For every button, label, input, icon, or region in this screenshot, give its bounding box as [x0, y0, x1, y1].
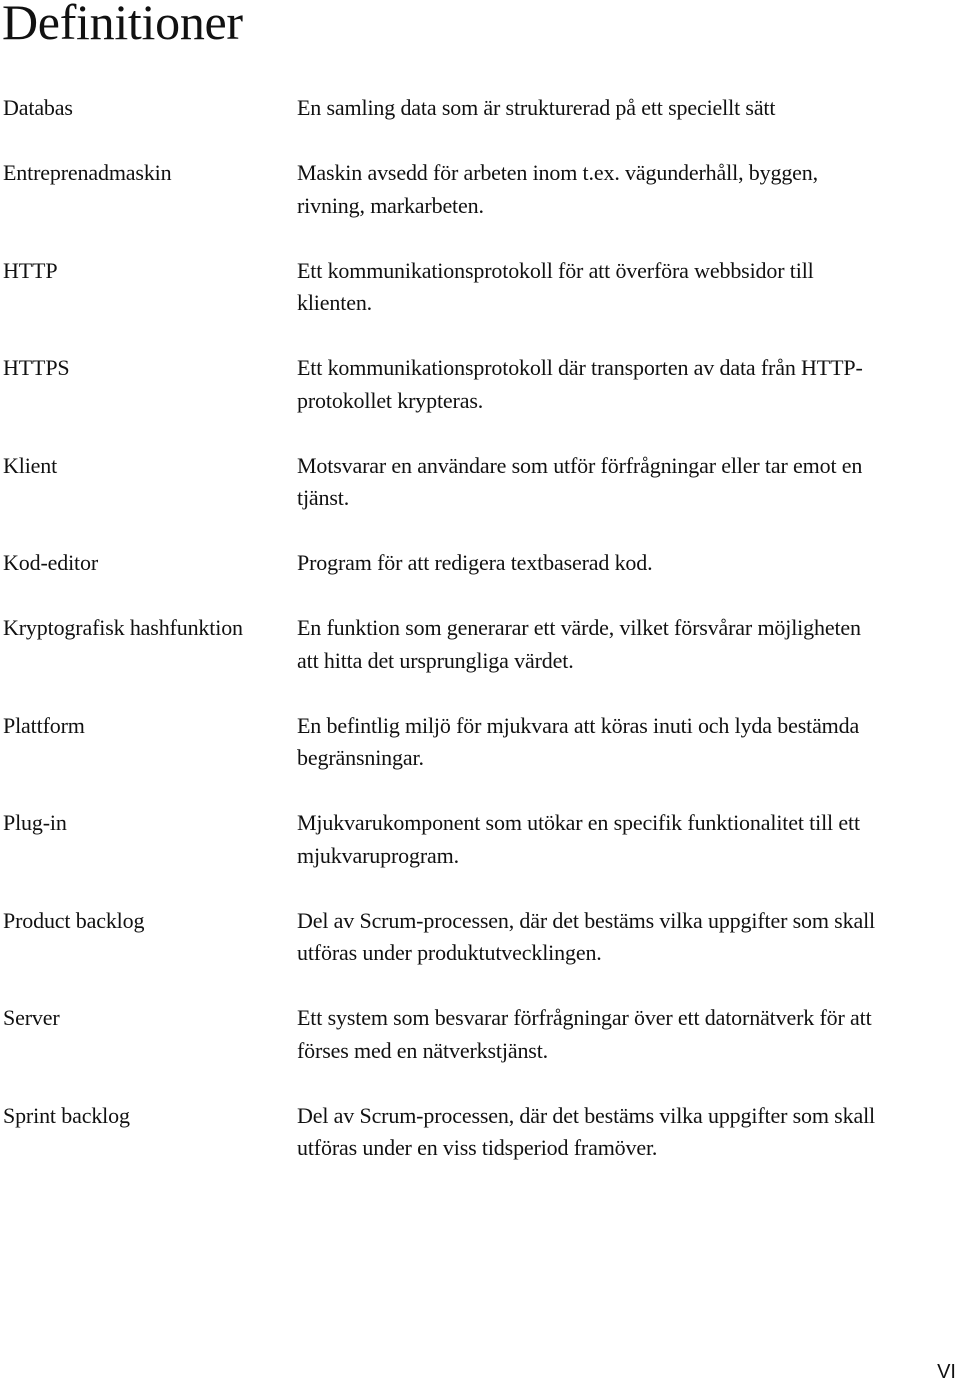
- definition-description: Mjukvarukomponent som utökar en specifik…: [297, 807, 957, 872]
- description-line: Del av Scrum-processen, där det bestäms …: [297, 1102, 875, 1128]
- definition-row: HTTP Ett kommunikationsprotokoll för att…: [0, 255, 960, 320]
- definition-description: Motsvarar en användare som utför förfråg…: [297, 450, 957, 515]
- definition-term: Server: [3, 1005, 60, 1030]
- definition-row: Server Ett system som besvarar förfrågni…: [0, 1002, 960, 1067]
- description-line: att hitta det ursprungliga värdet.: [297, 647, 574, 673]
- definition-description: Program för att redigera textbaserad kod…: [297, 547, 957, 580]
- description-line: En funktion som generarar ett värde, vil…: [297, 615, 861, 640]
- definition-term: Kod-editor: [3, 550, 99, 575]
- description-line: Motsvarar en användare som utför förfråg…: [297, 452, 863, 478]
- definition-term: HTTP: [3, 257, 58, 283]
- definition-row: Kryptografisk hashfunktion En funktion s…: [0, 612, 960, 677]
- description-line: protokollet krypteras.: [297, 387, 484, 413]
- page-number: VI: [937, 1361, 956, 1383]
- definition-row: Plug-in Mjukvarukomponent som utökar en …: [0, 807, 960, 872]
- description-line: begränsningar.: [297, 745, 424, 770]
- description-line: utföras under produktutvecklingen.: [297, 940, 602, 965]
- description-line: Mjukvarukomponent som utökar en specifik…: [297, 810, 860, 835]
- description-line: Ett kommunikationsprotokoll där transpor…: [297, 355, 863, 380]
- definitions-list: Databas En samling data som är strukture…: [0, 92, 960, 1197]
- definition-row: Klient Motsvarar en användare som utför …: [0, 450, 960, 515]
- description-line: Ett system som besvarar förfrågningar öv…: [297, 1005, 872, 1030]
- definition-description: En befintlig miljö för mjukvara att köra…: [297, 710, 957, 775]
- description-line: utföras under en viss tidsperiod framöve…: [297, 1135, 658, 1160]
- definition-row: HTTPS Ett kommunikationsprotokoll där tr…: [0, 352, 960, 417]
- definition-term: Kryptografisk hashfunktion: [3, 615, 243, 640]
- definition-row: Databas En samling data som är strukture…: [0, 92, 960, 125]
- definition-term: Plattform: [3, 712, 85, 738]
- definition-term: Plug-in: [3, 810, 67, 835]
- description-line: En befintlig miljö för mjukvara att köra…: [297, 712, 860, 738]
- definition-description: Del av Scrum-processen, där det bestäms …: [297, 905, 957, 970]
- definition-description: Del av Scrum-processen, där det bestäms …: [297, 1100, 957, 1165]
- description-line: mjukvaruprogram.: [297, 842, 459, 868]
- definition-description: Maskin avsedd för arbeten inom t.ex. väg…: [297, 157, 957, 222]
- page-title: Definitioner: [2, 0, 243, 50]
- definition-row: Sprint backlog Del av Scrum-processen, d…: [0, 1100, 960, 1165]
- description-line: Program för att redigera textbaserad kod…: [297, 550, 653, 575]
- description-line: klienten.: [297, 290, 373, 315]
- description-line: förses med en nätverkstjänst.: [297, 1037, 549, 1063]
- definition-description: Ett system som besvarar förfrågningar öv…: [297, 1002, 957, 1067]
- definition-row: Kod-editor Program för att redigera text…: [0, 547, 960, 580]
- definition-row: Entreprenadmaskin Maskin avsedd för arbe…: [0, 157, 960, 222]
- definition-term: Product backlog: [3, 907, 145, 933]
- definition-term: Entreprenadmaskin: [3, 160, 172, 185]
- description-line: En samling data som är strukturerad på e…: [297, 95, 776, 120]
- definition-term: Klient: [3, 452, 58, 478]
- description-line: Maskin avsedd för arbeten inom t.ex. väg…: [297, 160, 818, 185]
- description-line: rivning, markarbeten.: [297, 192, 484, 218]
- definition-term: Databas: [3, 95, 73, 120]
- definition-description: En funktion som generarar ett värde, vil…: [297, 612, 957, 677]
- definition-description: Ett kommunikationsprotokoll där transpor…: [297, 352, 957, 417]
- definition-description: En samling data som är strukturerad på e…: [297, 92, 957, 125]
- description-line: Ett kommunikationsprotokoll för att över…: [297, 257, 814, 283]
- definition-description: Ett kommunikationsprotokoll för att över…: [297, 255, 957, 320]
- description-line: tjänst.: [297, 485, 350, 510]
- description-line: Del av Scrum-processen, där det bestäms …: [297, 907, 875, 933]
- definition-row: Plattform En befintlig miljö för mjukvar…: [0, 710, 960, 775]
- definition-term: Sprint backlog: [3, 1102, 130, 1128]
- definition-row: Product backlog Del av Scrum-processen, …: [0, 905, 960, 970]
- definition-term: HTTPS: [3, 355, 70, 380]
